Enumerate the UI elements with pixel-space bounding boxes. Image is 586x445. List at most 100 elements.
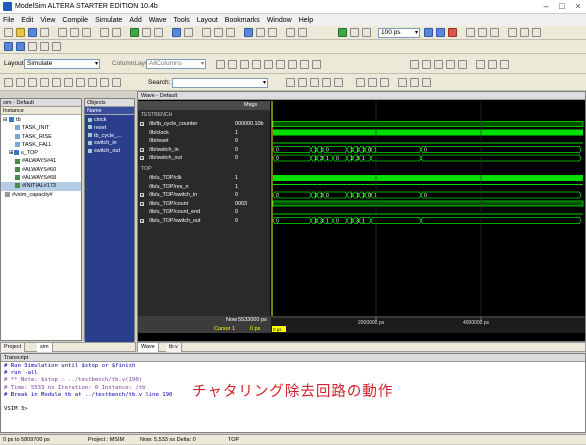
tree-row-u-top[interactable]: ⊞ u_TOP (1, 149, 81, 157)
process-icon[interactable] (88, 78, 97, 87)
menu-view[interactable]: View (40, 17, 55, 24)
list-icon[interactable] (298, 28, 307, 37)
menu-window[interactable]: Window (267, 17, 292, 24)
signal-row[interactable]: /tb/reset 0 (138, 137, 270, 145)
sort-icon[interactable] (40, 78, 49, 87)
expand-toggle-icon[interactable]: + (140, 218, 144, 223)
menu-edit[interactable]: Edit (21, 17, 33, 24)
run-icon[interactable] (350, 28, 359, 37)
copy-icon[interactable] (70, 28, 79, 37)
step-over-icon[interactable] (214, 28, 223, 37)
minimize-icon[interactable]: – (540, 1, 552, 12)
forward-icon[interactable] (28, 42, 37, 51)
step-into-icon[interactable] (466, 28, 475, 37)
tree-row-always-41[interactable]: #ALWAYS#41 (1, 157, 81, 165)
performance-icon[interactable] (520, 28, 529, 37)
waveform-plot[interactable]: 0 1 1 0 1 1 1 0 1 00 1 3 1 0 1 3 10 1 1 0 1 1 1 0 1 00 1 3 1 0 1 3 1 (271, 101, 585, 316)
memory-icon[interactable] (268, 28, 277, 37)
signal-row[interactable]: /tb/u_TOP/res_n 1 (138, 183, 270, 191)
expand-toggle-icon[interactable]: + (140, 122, 144, 127)
step-over-2-icon[interactable] (478, 28, 487, 37)
expand-icon[interactable] (16, 78, 25, 87)
wave-compare-2-icon[interactable] (488, 60, 497, 69)
group-testbench[interactable]: TESTBENCH (138, 112, 270, 119)
run-all-icon[interactable] (436, 28, 445, 37)
zoom-range-icon[interactable] (334, 78, 343, 87)
zoom-mode-icon[interactable] (422, 60, 431, 69)
collapse-icon[interactable] (4, 78, 13, 87)
select-mode-icon[interactable] (410, 60, 419, 69)
layout-icon[interactable] (244, 28, 253, 37)
format-icon[interactable] (356, 78, 365, 87)
wave-row-icon[interactable] (398, 78, 407, 87)
break-icon[interactable] (184, 28, 193, 37)
wave-compare-icon[interactable] (476, 60, 485, 69)
zoom-in-icon[interactable] (286, 78, 295, 87)
wave-find-icon[interactable] (276, 60, 285, 69)
watch-icon[interactable] (52, 78, 61, 87)
compile-all-icon[interactable] (154, 28, 163, 37)
menu-help[interactable]: Help (299, 17, 313, 24)
wave-prev-edge-icon[interactable] (252, 60, 261, 69)
wave-next-edge-icon[interactable] (264, 60, 273, 69)
cut-icon[interactable] (58, 28, 67, 37)
search-input[interactable] (172, 78, 268, 88)
close-icon[interactable]: × (572, 1, 584, 12)
paste-icon[interactable] (82, 28, 91, 37)
redo-icon[interactable] (112, 28, 121, 37)
tree-row-tb[interactable]: ⊟ tb (1, 116, 81, 124)
cursor-label[interactable]: Cursor 1 (214, 326, 235, 332)
step-out-2-icon[interactable] (490, 28, 499, 37)
continue-icon[interactable] (508, 28, 517, 37)
wave-cursor-icon[interactable] (288, 60, 297, 69)
restart-icon[interactable] (338, 28, 347, 37)
tab-sim[interactable]: sim (37, 343, 53, 352)
signal-row[interactable]: +/tb/u_TOP/count 0003 (138, 200, 270, 208)
tree-row-initial-173[interactable]: #INITIAL#173 (1, 182, 81, 191)
zoom-out-icon[interactable] (298, 78, 307, 87)
filter-icon[interactable] (28, 78, 37, 87)
edit-mode-icon[interactable] (434, 60, 443, 69)
run-continue-icon[interactable] (362, 28, 371, 37)
instance-column-header[interactable]: Instance (1, 107, 81, 115)
format-2-icon[interactable] (368, 78, 377, 87)
signal-row[interactable]: /tb/clock 1 (138, 129, 270, 137)
tree-row-always-60[interactable]: #ALWAYS#60 (1, 166, 81, 174)
expand-toggle-icon[interactable]: + (140, 147, 144, 152)
down-arrow-icon[interactable] (16, 42, 25, 51)
wave-zoom-in-icon[interactable] (216, 60, 225, 69)
column-layout-select[interactable]: AllColumns (146, 59, 206, 69)
object-item[interactable]: reset (88, 125, 134, 133)
simulate-icon[interactable] (172, 28, 181, 37)
collapse-toggle-icon[interactable]: ⊟ (3, 117, 8, 123)
menu-compile[interactable]: Compile (62, 17, 88, 24)
expand-toggle-icon[interactable]: + (140, 156, 144, 161)
dataflow-icon[interactable] (256, 28, 265, 37)
objects-column-header[interactable]: Name (85, 107, 134, 115)
tab-project[interactable]: Project (1, 343, 26, 352)
transcript-prompt[interactable]: VSIM 3> (4, 406, 582, 413)
new-file-icon[interactable] (4, 28, 13, 37)
tree-row-task-init[interactable]: TASK_INIT (1, 124, 81, 132)
stretch-mode-icon[interactable] (446, 60, 455, 69)
expand-toggle-icon[interactable]: + (140, 193, 144, 198)
stop-icon[interactable] (448, 28, 457, 37)
object-item[interactable]: switch_in (88, 140, 134, 148)
object-item[interactable]: clock (88, 117, 134, 125)
menu-layout[interactable]: Layout (197, 17, 218, 24)
save-icon[interactable] (28, 28, 37, 37)
dataflow-view-icon[interactable] (112, 78, 121, 87)
menu-tools[interactable]: Tools (173, 17, 189, 24)
run-length-icon[interactable] (424, 28, 433, 37)
tree-row-vsim-capacity[interactable]: #vsim_capacity# (1, 191, 81, 199)
move-mode-icon[interactable] (458, 60, 467, 69)
menu-simulate[interactable]: Simulate (95, 17, 122, 24)
locals-icon[interactable] (76, 78, 85, 87)
signal-row[interactable]: +/tb/switch_in 0 (138, 146, 270, 154)
signal-row[interactable]: /tb/u_TOP/clk 1 (138, 174, 270, 182)
format-3-icon[interactable] (380, 78, 389, 87)
compile-icon[interactable] (142, 28, 151, 37)
tree-row-task-rise[interactable]: TASK_RISE (1, 133, 81, 141)
menu-file[interactable]: File (3, 17, 14, 24)
coverage-icon[interactable] (532, 28, 541, 37)
